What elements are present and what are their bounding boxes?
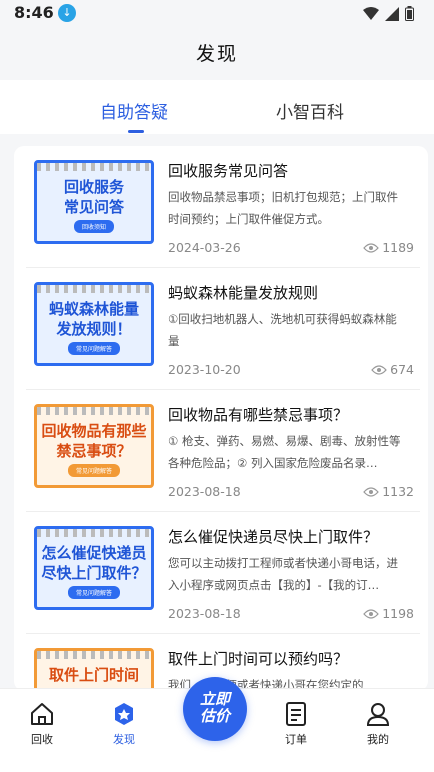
nav-label: 回收: [31, 733, 53, 746]
article-title: 蚂蚁森林能量发放规则: [168, 284, 319, 302]
tab-encyclopedia[interactable]: 小智百科: [276, 98, 344, 123]
article-views: 1132: [363, 484, 414, 499]
article-views: 1198: [363, 606, 414, 621]
page-title: 发现: [195, 43, 238, 65]
view-count: 674: [390, 362, 414, 377]
status-icons: [363, 6, 414, 21]
nav-item-discover[interactable]: 发现: [94, 701, 154, 747]
article-views: 674: [371, 362, 414, 377]
nav-label: 发现: [113, 733, 135, 746]
eye-icon: [363, 486, 379, 497]
status-time: 8:46: [14, 3, 54, 22]
nav-item-recycle[interactable]: 回收: [12, 701, 72, 747]
thumbnail-text: 回收物品有那些 禁忌事项？: [41, 422, 147, 460]
article-title: 回收物品有哪些禁忌事项？: [168, 406, 349, 424]
order-icon: [286, 702, 306, 726]
eye-icon: [363, 242, 379, 253]
status-bar: 8:46 ↓: [0, 0, 434, 28]
nav-label: 我的: [367, 733, 389, 746]
article-list: 回收服务 常见问答 回收须知 回收服务常见问答 回收物品禁忌事项；旧机打包规范；…: [14, 146, 428, 691]
notebook-spiral: [37, 285, 151, 293]
eye-icon: [363, 608, 379, 619]
signal-icon: [385, 6, 399, 21]
article-item[interactable]: 回收物品有那些 禁忌事项？ 常见问题解答 回收物品有哪些禁忌事项？ ① 枪支、弹…: [26, 390, 420, 512]
article-thumbnail: 取件上门时间: [34, 648, 154, 691]
article-title: 取件上门时间可以预约吗？: [168, 650, 349, 668]
article-item[interactable]: 怎么催促快递员 尽快上门取件？ 常见问题解答 怎么催促快递员尽快上门取件？ 您可…: [26, 512, 420, 634]
article-title: 怎么催促快递员尽快上门取件？: [168, 528, 379, 546]
article-date: 2024-03-26: [168, 240, 241, 255]
download-icon: ↓: [58, 4, 76, 22]
thumbnail-tag: 回收须知: [73, 220, 115, 233]
nav-label: 订单: [285, 733, 307, 746]
thumbnail-text: 取件上门时间: [48, 666, 139, 684]
nav-item-mine[interactable]: 我的: [348, 701, 408, 747]
discover-icon: [115, 703, 133, 725]
nav-item-orders[interactable]: 订单: [266, 701, 326, 747]
notebook-spiral: [37, 529, 151, 537]
page-header: 发现: [0, 28, 434, 80]
notebook-spiral: [37, 163, 151, 171]
home-icon: [31, 703, 53, 725]
thumbnail-text: 回收服务 常见问答: [63, 178, 124, 216]
article-desc: ① 枪支、弹药、易燃、易爆、剧毒、放射性等各种危险品；② 列入国家危险废品名录…: [168, 434, 401, 470]
article-item[interactable]: 回收服务 常见问答 回收须知 回收服务常见问答 回收物品禁忌事项；旧机打包规范；…: [26, 146, 420, 268]
article-date: 2023-10-20: [168, 362, 241, 377]
thumbnail-tag: 常见问题解答: [67, 342, 121, 355]
thumbnail-text: 怎么催促快递员 尽快上门取件？: [41, 544, 147, 582]
article-desc: 您可以主动拨打工程师或者快递小哥电话，进入小程序或网页点击【我的】-【我的订…: [168, 556, 398, 592]
tab-bar: 自助答疑 小智百科: [0, 80, 434, 134]
article-desc: ①回收扫地机器人、洗地机可获得蚂蚁森林能量: [168, 312, 397, 348]
thumbnail-text: 蚂蚁森林能量 发放规则！: [48, 300, 139, 338]
battery-icon: [405, 6, 414, 21]
article-title: 回收服务常见问答: [168, 162, 289, 180]
thumbnail-tag: 常见问题解答: [67, 586, 121, 599]
article-desc: 回收物品禁忌事项；旧机打包规范；上门取件时间预约；上门取件催促方式。: [168, 190, 398, 226]
article-date: 2023-08-18: [168, 484, 241, 499]
article-thumbnail: 蚂蚁森林能量 发放规则！ 常见问题解答: [34, 282, 154, 366]
wifi-icon: [363, 6, 379, 20]
article-thumbnail: 回收服务 常见问答 回收须知: [34, 160, 154, 244]
view-count: 1198: [382, 606, 414, 621]
quote-now-button[interactable]: 立即 估价: [183, 677, 247, 741]
tab-self-help[interactable]: 自助答疑: [100, 98, 168, 123]
article-item[interactable]: 蚂蚁森林能量 发放规则！ 常见问题解答 蚂蚁森林能量发放规则 ①回收扫地机器人、…: [26, 268, 420, 390]
bottom-nav: 回收 发现 立即 估价 订单 我的: [0, 677, 434, 772]
article-thumbnail: 回收物品有那些 禁忌事项？ 常见问题解答: [34, 404, 154, 488]
notebook-spiral: [37, 651, 151, 659]
notebook-spiral: [37, 407, 151, 415]
profile-icon: [366, 703, 390, 726]
view-count: 1132: [382, 484, 414, 499]
eye-icon: [371, 364, 387, 375]
view-count: 1189: [382, 240, 414, 255]
quote-now-label: 立即 估价: [199, 690, 230, 725]
thumbnail-tag: 常见问题解答: [67, 464, 121, 477]
tab-active-indicator: [128, 130, 144, 133]
article-thumbnail: 怎么催促快递员 尽快上门取件？ 常见问题解答: [34, 526, 154, 610]
article-date: 2023-08-18: [168, 606, 241, 621]
article-views: 1189: [363, 240, 414, 255]
